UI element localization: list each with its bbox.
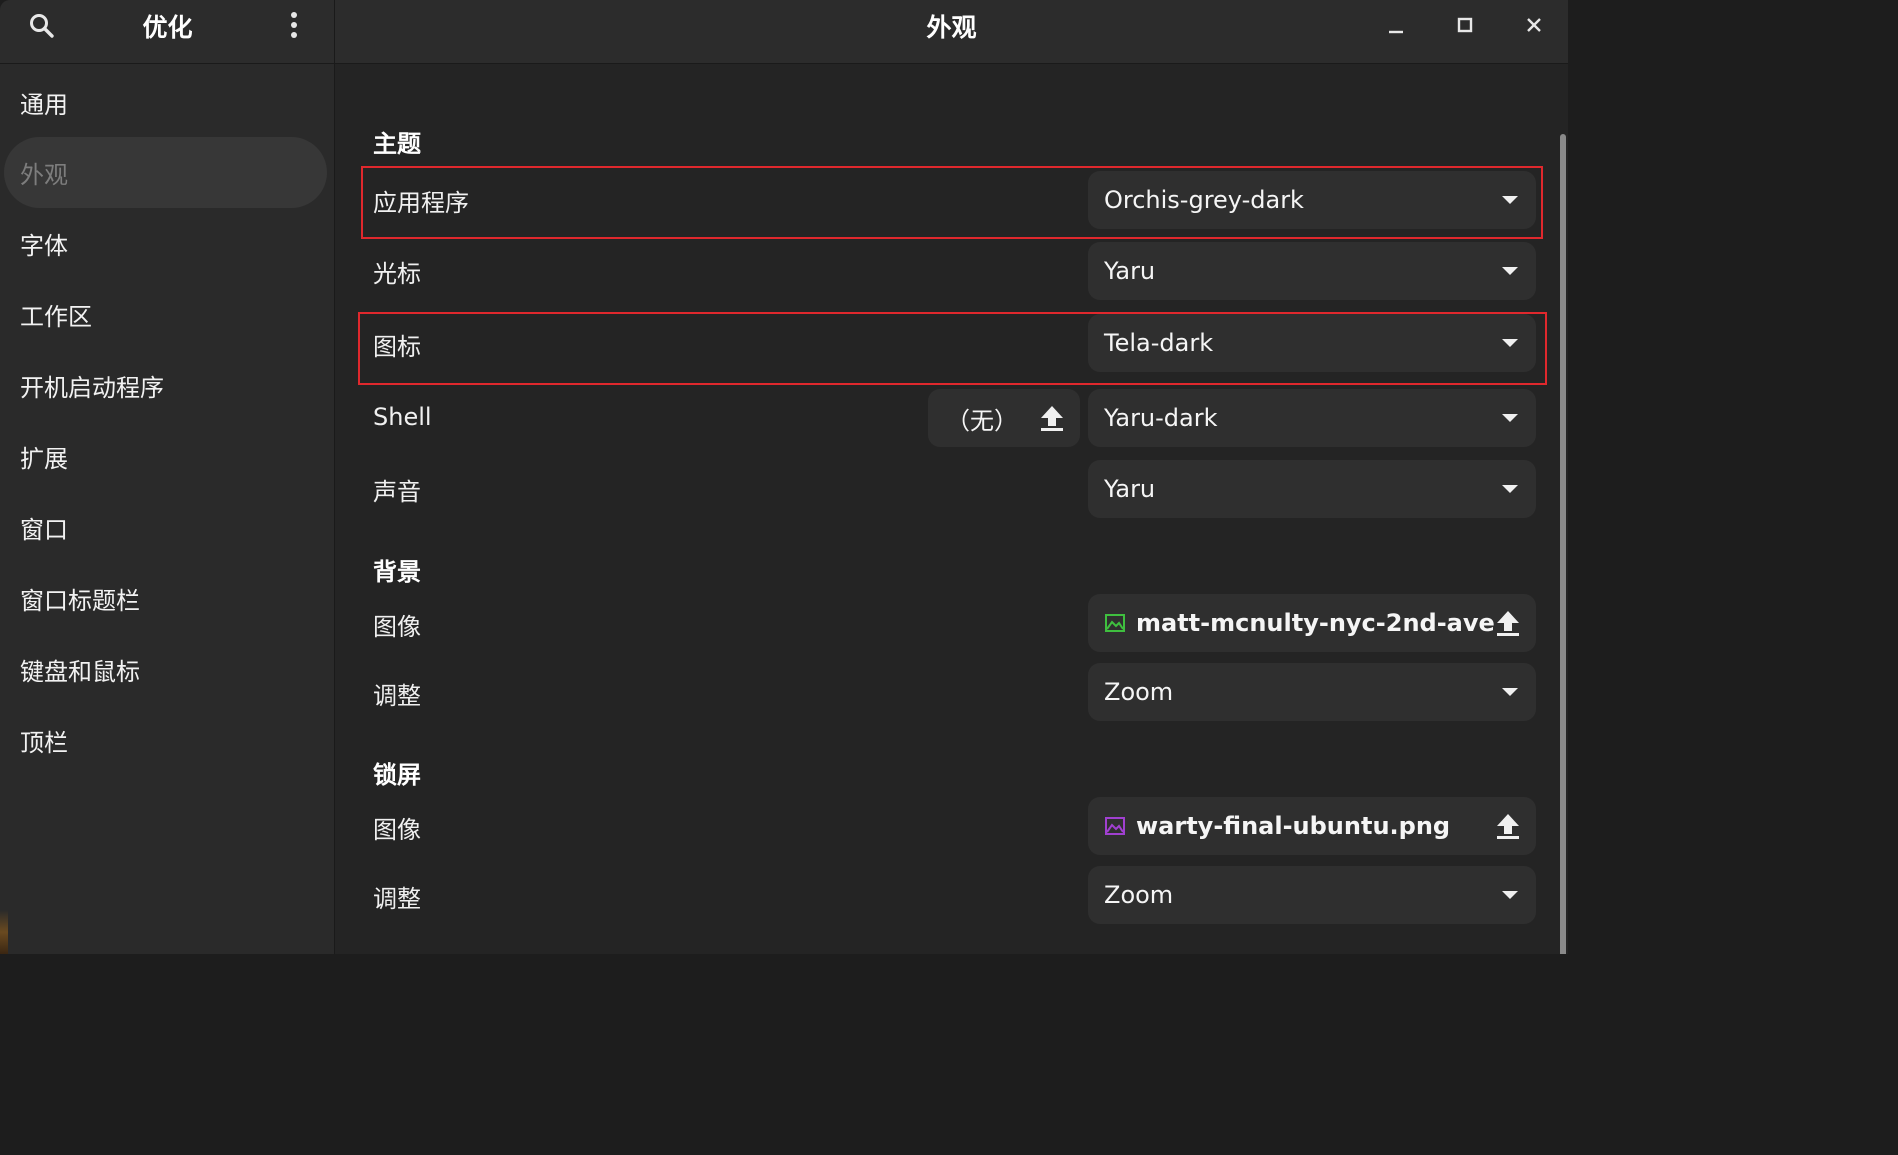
- sidebar-item-label: 窗口: [20, 516, 68, 544]
- shell-none-text: （无）: [946, 406, 1018, 435]
- close-button[interactable]: [1512, 3, 1556, 47]
- scrollbar[interactable]: [1560, 134, 1566, 954]
- shell-label: Shell: [373, 403, 432, 431]
- close-icon: [1527, 18, 1541, 32]
- icons-theme-dropdown[interactable]: Tela-dark: [1088, 314, 1536, 372]
- sidebar-title: 优化: [142, 13, 193, 42]
- maximize-icon: [1457, 17, 1473, 33]
- upload-icon: [1497, 611, 1519, 636]
- dropdown-value: Zoom: [1104, 678, 1174, 706]
- search-icon: [30, 14, 54, 38]
- sound-theme-dropdown[interactable]: Yaru: [1088, 460, 1536, 518]
- section-title-themes: 主题: [373, 130, 421, 158]
- sidebar-item-window-titlebars[interactable]: 窗口标题栏: [4, 563, 327, 634]
- shell-theme-install-button[interactable]: （无）: [928, 389, 1080, 447]
- desktop-edge: [0, 910, 8, 954]
- cursor-label: 光标: [373, 259, 421, 288]
- upload-icon: [1497, 814, 1519, 839]
- chevron-down-icon: [1502, 414, 1518, 422]
- background-adjustment-label: 调整: [373, 681, 421, 710]
- file-name: matt-mcnulty-nyc-2nd-ave.jpg: [1136, 609, 1496, 637]
- sidebar-item-top-bar[interactable]: 顶栏: [4, 705, 327, 776]
- chevron-down-icon: [1502, 339, 1518, 347]
- sound-label: 声音: [373, 477, 421, 506]
- tweaks-window: 优化 外观 通用 外观 字体 工作区 开机启动程序 扩展 窗口 窗口标题栏 键盘…: [0, 0, 1568, 954]
- sidebar-header: 优化: [0, 0, 335, 64]
- sidebar-item-label: 通用: [20, 91, 68, 119]
- appearance-panel: 主题 应用程序 Orchis-grey-dark 光标 Yaru 图标 Tela…: [335, 64, 1568, 954]
- section-title-lock-screen: 锁屏: [373, 761, 421, 789]
- vertical-dots-icon: [291, 12, 297, 38]
- applications-theme-dropdown[interactable]: Orchis-grey-dark: [1088, 171, 1536, 229]
- section-title-background: 背景: [373, 558, 421, 586]
- dropdown-value: Yaru-dark: [1104, 404, 1218, 432]
- dropdown-value: Zoom: [1104, 881, 1174, 909]
- maximize-button[interactable]: [1443, 3, 1487, 47]
- sidebar-item-label: 扩展: [20, 445, 68, 473]
- cursor-theme-dropdown[interactable]: Yaru: [1088, 242, 1536, 300]
- applications-label: 应用程序: [373, 188, 469, 217]
- file-name: warty-final-ubuntu.png: [1136, 812, 1451, 840]
- sidebar: 通用 外观 字体 工作区 开机启动程序 扩展 窗口 窗口标题栏 键盘和鼠标 顶栏: [0, 64, 335, 954]
- sidebar-item-label: 字体: [20, 232, 68, 260]
- lock-screen-image-label: 图像: [373, 815, 421, 844]
- chevron-down-icon: [1502, 196, 1518, 204]
- lock-screen-image-picker[interactable]: warty-final-ubuntu.png: [1088, 797, 1536, 855]
- chevron-down-icon: [1502, 485, 1518, 493]
- sidebar-item-label: 外观: [20, 161, 68, 189]
- sidebar-item-workspaces[interactable]: 工作区: [4, 279, 327, 350]
- dropdown-value: Tela-dark: [1104, 329, 1214, 357]
- sidebar-item-startup-applications[interactable]: 开机启动程序: [4, 350, 327, 421]
- dropdown-value: Yaru: [1104, 475, 1156, 503]
- main-header: 外观: [335, 0, 1568, 64]
- chevron-down-icon: [1502, 267, 1518, 275]
- sidebar-item-windows[interactable]: 窗口: [4, 492, 327, 563]
- lock-screen-adjustment-label: 调整: [373, 884, 421, 913]
- background-image-picker[interactable]: matt-mcnulty-nyc-2nd-ave.jpg: [1088, 594, 1536, 652]
- sidebar-item-label: 窗口标题栏: [20, 587, 140, 615]
- sidebar-item-label: 开机启动程序: [20, 374, 164, 402]
- upload-icon: [1041, 406, 1063, 431]
- minimize-icon: [1389, 30, 1403, 34]
- sidebar-item-label: 顶栏: [20, 729, 68, 757]
- sidebar-item-general[interactable]: 通用: [4, 67, 327, 138]
- background-adjustment-dropdown[interactable]: Zoom: [1088, 663, 1536, 721]
- search-button[interactable]: [20, 4, 64, 48]
- chevron-down-icon: [1502, 891, 1518, 899]
- sidebar-item-fonts[interactable]: 字体: [4, 208, 327, 279]
- menu-button[interactable]: [272, 3, 316, 47]
- image-file-icon: [1105, 614, 1125, 632]
- image-file-icon: [1105, 817, 1125, 835]
- dropdown-value: Orchis-grey-dark: [1104, 186, 1304, 214]
- icons-label: 图标: [373, 332, 421, 361]
- sidebar-item-label: 键盘和鼠标: [20, 658, 140, 686]
- dropdown-value: Yaru: [1104, 257, 1156, 285]
- sidebar-item-label: 工作区: [20, 303, 92, 331]
- minimize-button[interactable]: [1374, 4, 1418, 48]
- sidebar-item-appearance[interactable]: 外观: [4, 137, 327, 208]
- shell-theme-dropdown[interactable]: Yaru-dark: [1088, 389, 1536, 447]
- lock-screen-adjustment-dropdown[interactable]: Zoom: [1088, 866, 1536, 924]
- sidebar-item-keyboard-mouse[interactable]: 键盘和鼠标: [4, 634, 327, 705]
- chevron-down-icon: [1502, 688, 1518, 696]
- sidebar-item-extensions[interactable]: 扩展: [4, 421, 327, 492]
- background-image-label: 图像: [373, 612, 421, 641]
